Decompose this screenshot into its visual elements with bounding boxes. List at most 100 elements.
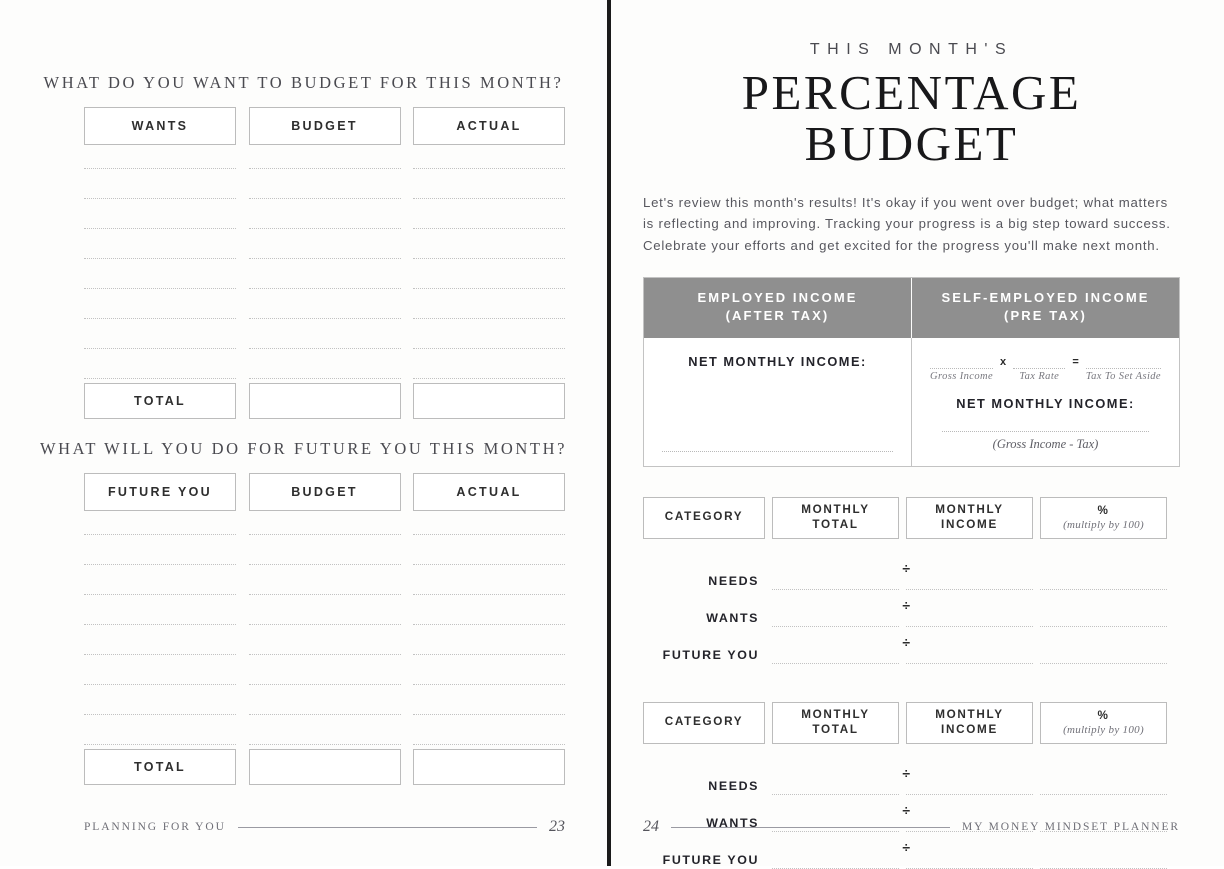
entry-line[interactable] (84, 564, 236, 565)
pct1-needs-percent-input[interactable] (1040, 570, 1167, 590)
tax-rate-slot: Tax Rate (1013, 354, 1066, 382)
percentage-table-1-header: CATEGORY MONTHLY TOTAL MONTHLY INCOME % … (643, 496, 1180, 539)
entry-line[interactable] (413, 318, 565, 319)
pct1-wants-monthly-income-input[interactable] (906, 607, 1033, 627)
entry-line[interactable] (248, 564, 401, 565)
pct1-header-monthly-total: MONTHLY TOTAL (772, 496, 899, 539)
section-1-header-actual[interactable]: ACTUAL (413, 107, 565, 145)
tax-rate-caption: Tax Rate (1019, 370, 1060, 382)
entry-line[interactable] (248, 594, 401, 595)
entry-line[interactable] (84, 594, 236, 595)
employed-net-income-input[interactable] (662, 450, 893, 452)
pct2-needs-monthly-total-input[interactable]: ÷ (772, 766, 910, 795)
section-1-total-label: TOTAL (133, 394, 186, 408)
entry-line[interactable] (248, 654, 401, 655)
pct1-future-you-percent-input[interactable] (1040, 644, 1167, 664)
tax-to-set-aside-caption: Tax To Set Aside (1085, 370, 1161, 382)
entry-line[interactable] (248, 168, 401, 169)
section-1-total-label-box: TOTAL (84, 383, 236, 419)
entry-line[interactable] (413, 654, 565, 655)
entry-line[interactable] (84, 534, 236, 535)
section-2-total-budget-box[interactable] (248, 749, 401, 785)
tax-to-set-aside-input[interactable] (1085, 354, 1161, 369)
entry-line[interactable] (248, 714, 401, 715)
left-page-number: 23 (549, 818, 565, 835)
income-header-employed: EMPLOYED INCOME (AFTER TAX) (644, 278, 912, 338)
entry-line[interactable] (84, 744, 236, 745)
entry-line[interactable] (413, 714, 565, 715)
pct1-wants-percent-input[interactable] (1040, 607, 1167, 627)
pct1-wants-monthly-total-input[interactable]: ÷ (772, 598, 910, 627)
entry-line[interactable] (248, 258, 401, 259)
entry-line[interactable] (84, 168, 236, 169)
pct2-header-category: CATEGORY (643, 701, 765, 744)
left-footer-label: PLANNING FOR YOU (84, 821, 226, 833)
right-page: THIS MONTH'S PERCENTAGE BUDGET Let's rev… (607, 0, 1224, 869)
entry-line[interactable] (413, 564, 565, 565)
pct1-future-you-monthly-total-input[interactable]: ÷ (772, 635, 910, 664)
section-1-wants-lines (84, 168, 236, 379)
pct1-needs-monthly-income-input[interactable] (906, 570, 1033, 590)
entry-line[interactable] (84, 714, 236, 715)
entry-line[interactable] (413, 744, 565, 745)
entry-line[interactable] (84, 258, 236, 259)
entry-line[interactable] (248, 684, 401, 685)
entry-line[interactable] (248, 288, 401, 289)
entry-line[interactable] (413, 624, 565, 625)
section-1-header-wants-label: WANTS (131, 119, 189, 133)
entry-line[interactable] (84, 624, 236, 625)
entry-line[interactable] (248, 228, 401, 229)
pct2-header-monthly-income: MONTHLY INCOME (906, 701, 1033, 744)
section-2-actual-lines (413, 534, 565, 745)
intro-paragraph: Let's review this month's results! It's … (643, 194, 1171, 253)
pct2-row-future-you-label: FUTURE YOU (662, 852, 759, 867)
entry-line[interactable] (248, 534, 401, 535)
section-2-title: WHAT WILL YOU DO FOR FUTURE YOU THIS MON… (39, 439, 568, 458)
gross-income-input[interactable] (930, 354, 994, 369)
entry-line[interactable] (413, 198, 565, 199)
section-1-header-wants[interactable]: WANTS (84, 107, 236, 145)
entry-line[interactable] (84, 654, 236, 655)
entry-line[interactable] (84, 198, 236, 199)
entry-line[interactable] (84, 318, 236, 319)
section-1-actual-lines (413, 168, 565, 379)
entry-line[interactable] (248, 624, 401, 625)
right-page-footer: 24 MY MONEY MINDSET PLANNER (643, 818, 1180, 836)
entry-line[interactable] (84, 684, 236, 685)
pct2-row-future-you: FUTURE YOU ÷ (643, 832, 1180, 869)
entry-line[interactable] (84, 348, 236, 349)
section-2-header-actual[interactable]: ACTUAL (413, 473, 565, 511)
entry-line[interactable] (248, 348, 401, 349)
section-2-header-future-you[interactable]: FUTURE YOU (84, 473, 236, 511)
entry-line[interactable] (413, 288, 565, 289)
section-1-total-budget-box[interactable] (248, 383, 401, 419)
entry-line[interactable] (413, 378, 565, 379)
multiply-operator: x (1000, 355, 1007, 368)
pct1-future-you-monthly-income-input[interactable] (906, 644, 1033, 664)
entry-line[interactable] (413, 228, 565, 229)
pct2-needs-monthly-income-input[interactable] (906, 775, 1033, 795)
entry-line[interactable] (413, 534, 565, 535)
entry-line[interactable] (248, 744, 401, 745)
section-1-header-budget[interactable]: BUDGET (248, 107, 401, 145)
gross-income-slot: Gross Income (930, 354, 994, 382)
entry-line[interactable] (84, 378, 236, 379)
entry-line[interactable] (413, 594, 565, 595)
section-2-header-budget[interactable]: BUDGET (248, 473, 401, 511)
entry-line[interactable] (84, 288, 236, 289)
entry-line[interactable] (248, 198, 401, 199)
entry-line[interactable] (413, 258, 565, 259)
entry-line[interactable] (413, 684, 565, 685)
pct2-needs-percent-input[interactable] (1040, 775, 1167, 795)
self-employed-net-income-input[interactable] (942, 430, 1149, 432)
section-2-header-row: FUTURE YOU BUDGET ACTUAL (84, 473, 565, 511)
entry-line[interactable] (248, 378, 401, 379)
tax-rate-input[interactable] (1013, 354, 1066, 369)
entry-line[interactable] (413, 168, 565, 169)
entry-line[interactable] (248, 318, 401, 319)
section-1-total-actual-box[interactable] (413, 383, 565, 419)
section-2-total-actual-box[interactable] (413, 749, 565, 785)
entry-line[interactable] (84, 228, 236, 229)
pct1-needs-monthly-total-input[interactable]: ÷ (772, 561, 910, 590)
entry-line[interactable] (413, 348, 565, 349)
